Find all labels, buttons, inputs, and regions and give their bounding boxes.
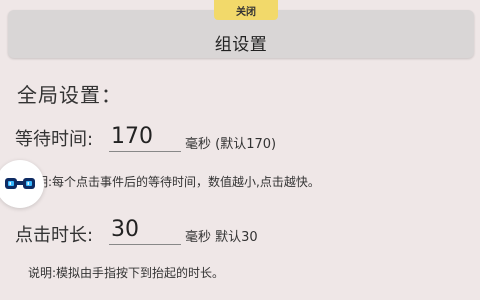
wait-time-note: 明:每个点击事件后的等待时间，数值越小,点击越快。 [36, 175, 320, 189]
global-settings-title: 全局设置： [17, 83, 122, 107]
wait-time-label: 等待时间: [15, 129, 94, 150]
floating-tool-button[interactable] [0, 160, 44, 208]
binoculars-icon [5, 178, 35, 189]
page-title: 组设置 [214, 35, 268, 55]
close-tab-label: 关闭 [236, 6, 256, 18]
wait-time-input[interactable] [109, 121, 181, 152]
click-duration-label: 点击时长: [15, 225, 94, 246]
wait-time-unit: 毫秒 (默认170) [185, 137, 277, 152]
click-duration-note: 说明:模拟由手指按下到抬起的时长。 [28, 266, 225, 280]
click-duration-input[interactable] [109, 214, 181, 245]
click-duration-unit: 毫秒 默认30 [185, 230, 258, 245]
group-settings-screen: 关闭 组设置 全局设置： 等待时间: 毫秒 (默认170) 明:每个点击事件后的… [0, 0, 480, 300]
close-tab[interactable]: 关闭 [214, 0, 278, 20]
